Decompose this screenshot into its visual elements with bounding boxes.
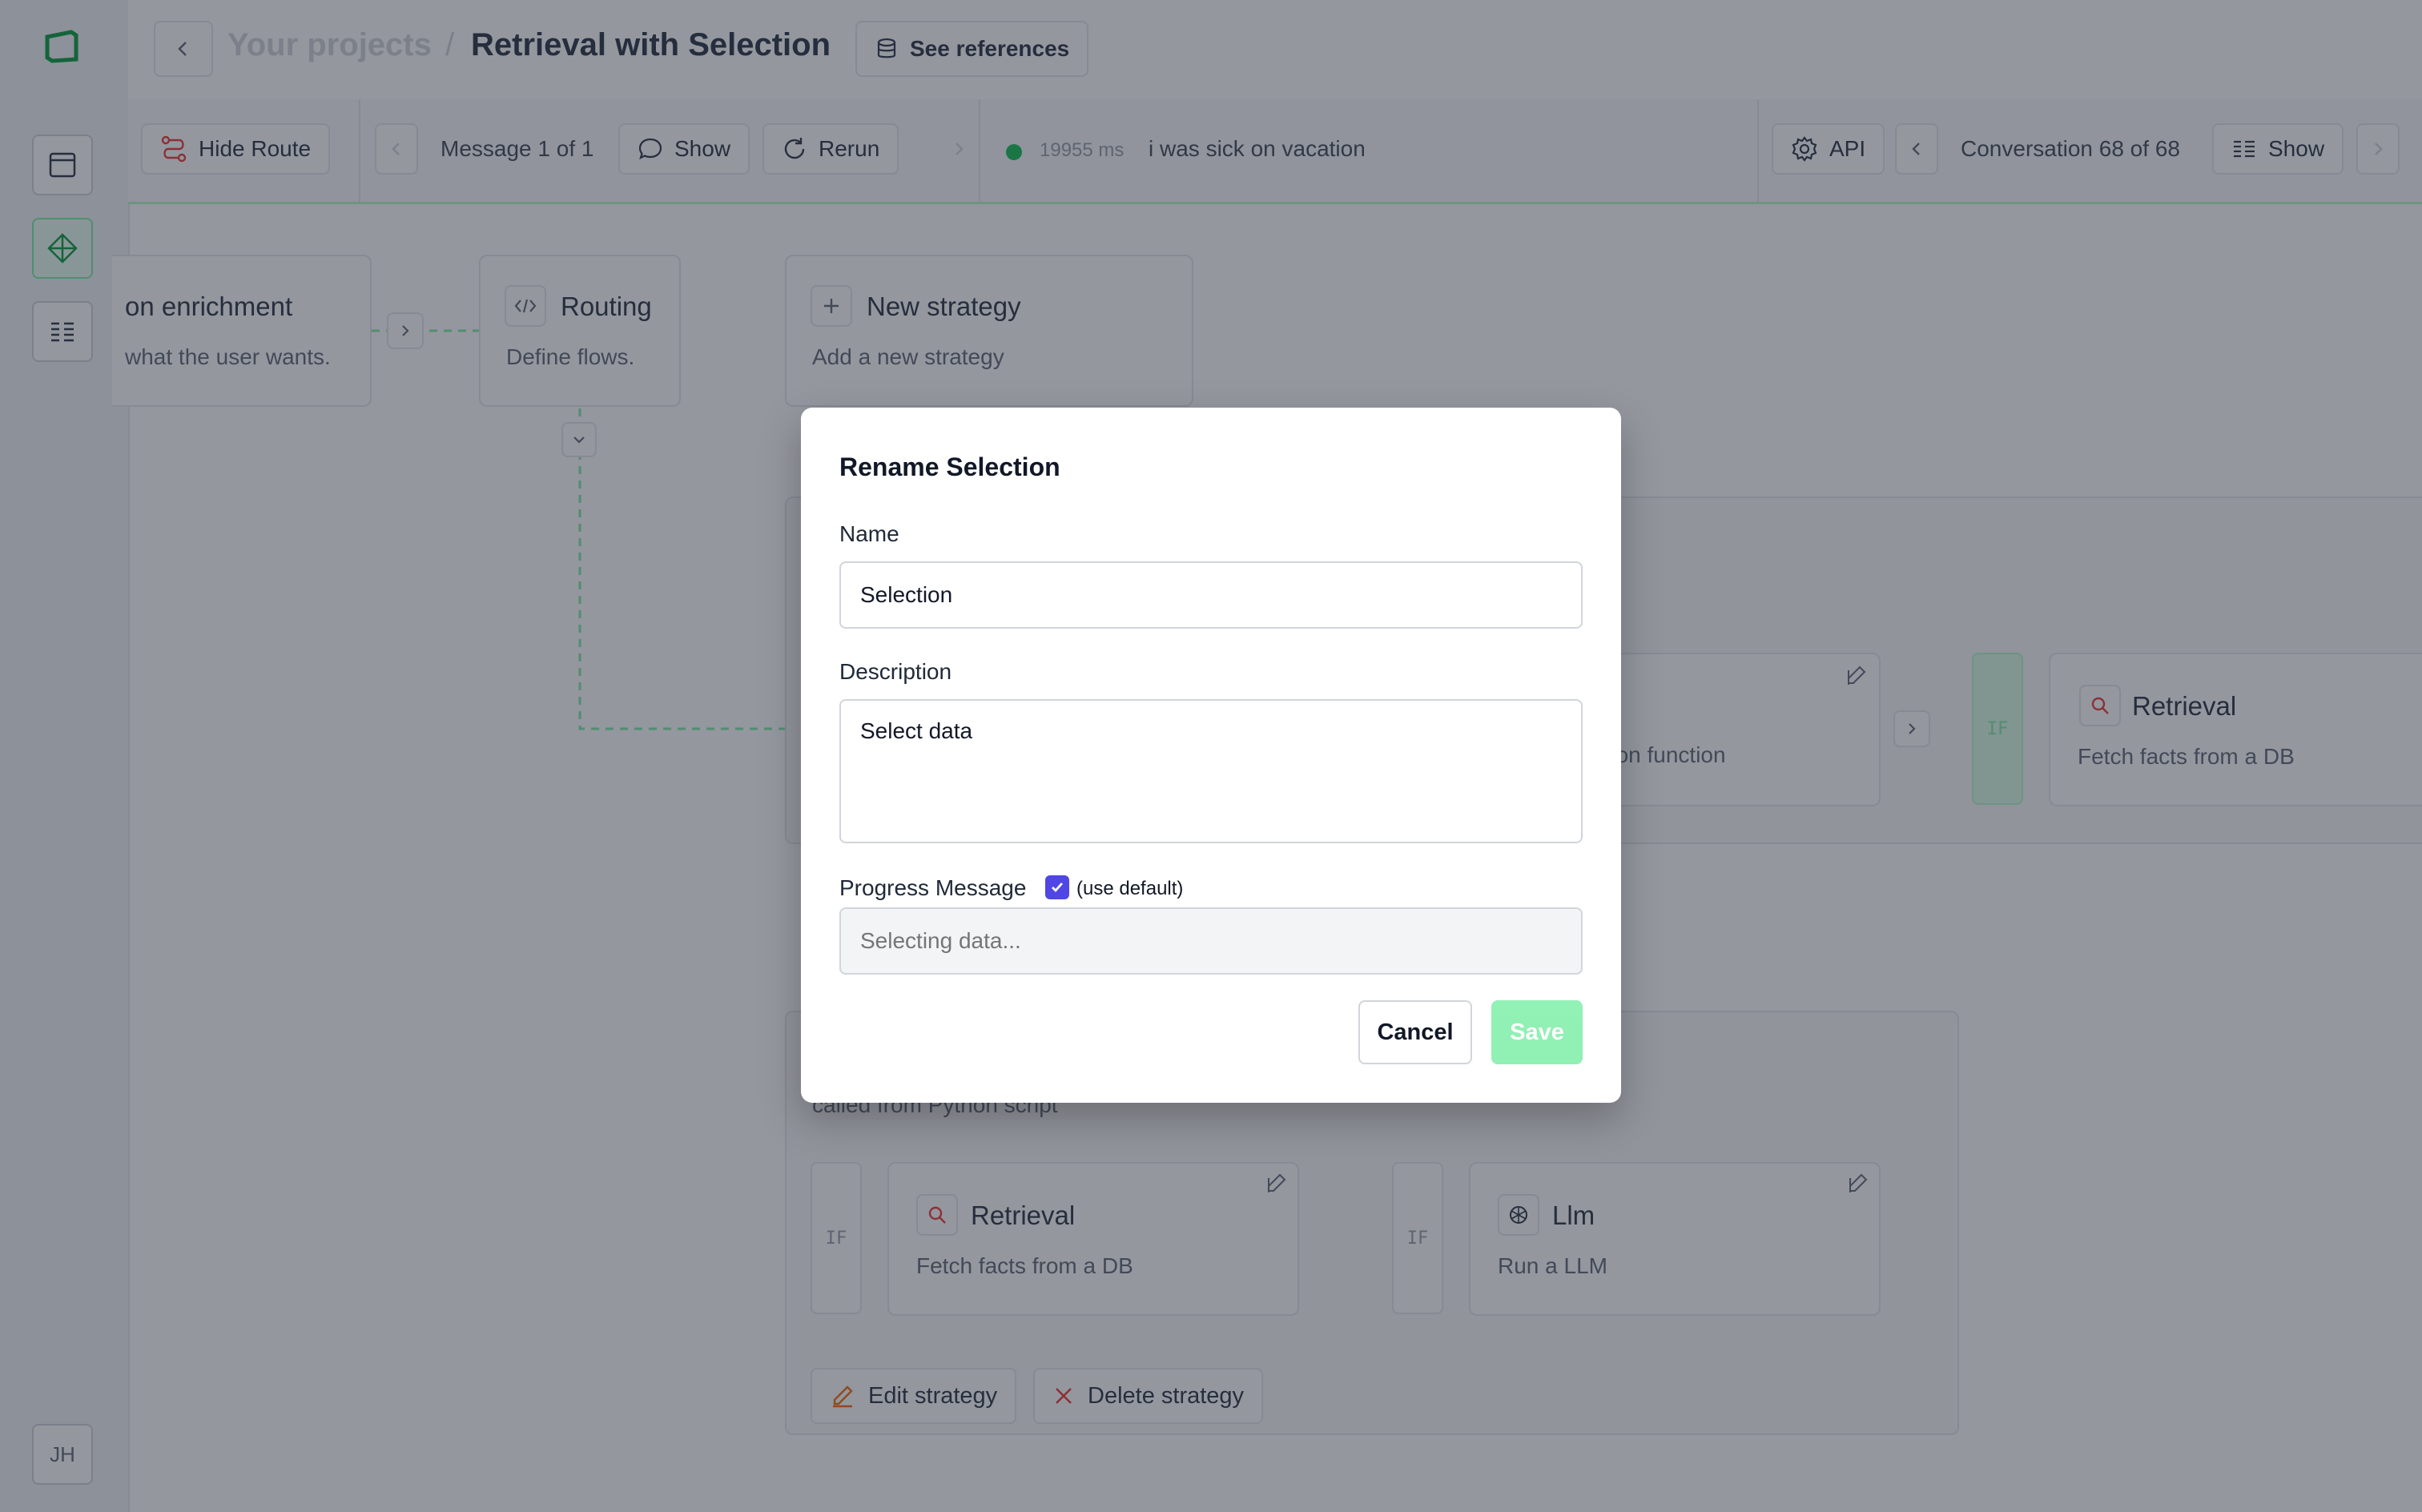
progress-message-label: Progress Message <box>839 875 1027 900</box>
name-input[interactable] <box>839 561 1583 629</box>
check-icon <box>1052 883 1064 893</box>
cancel-button[interactable]: Cancel <box>1358 1000 1472 1064</box>
description-label: Description <box>839 659 952 684</box>
rename-dialog: Rename Selection Name Description Select… <box>801 408 1621 1103</box>
progress-message-input[interactable] <box>839 907 1583 975</box>
dialog-title: Rename Selection <box>839 452 1060 481</box>
save-button[interactable]: Save <box>1491 1000 1583 1064</box>
description-textarea[interactable]: Select data <box>839 699 1583 843</box>
use-default-label: (use default) <box>1076 878 1184 899</box>
use-default-checkbox[interactable] <box>1045 875 1069 899</box>
name-label: Name <box>839 521 899 546</box>
